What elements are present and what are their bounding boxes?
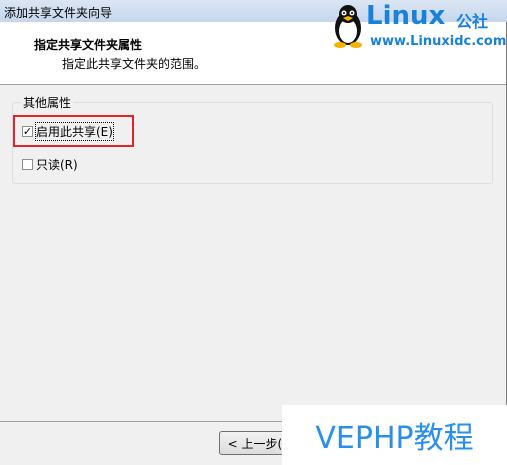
header-title: 指定共享文件夹属性 — [34, 38, 143, 52]
wizard-window: 添加共享文件夹向导 指定共享文件夹属性 指定此共享文件夹的范围。 Linux 公… — [0, 0, 507, 465]
watermark: VEPHP教程 — [282, 405, 507, 465]
read-only-checkbox[interactable] — [22, 159, 33, 170]
window-title: 添加共享文件夹向导 — [4, 6, 113, 20]
highlight-box — [13, 115, 134, 147]
linux-logo: Linux 公社 www.Linuxidc.com — [330, 0, 507, 52]
header-description: 指定此共享文件夹的范围。 — [62, 57, 207, 71]
read-only-label[interactable]: 只读(R) — [36, 156, 78, 173]
read-only-option[interactable]: 只读(R) — [22, 156, 78, 173]
logo-cn: 公社 — [456, 12, 489, 31]
penguin-icon — [334, 5, 362, 48]
group-legend: 其他属性 — [21, 94, 74, 111]
logo-word: Linux — [366, 1, 446, 31]
logo-url: www.Linuxidc.com — [370, 34, 507, 49]
